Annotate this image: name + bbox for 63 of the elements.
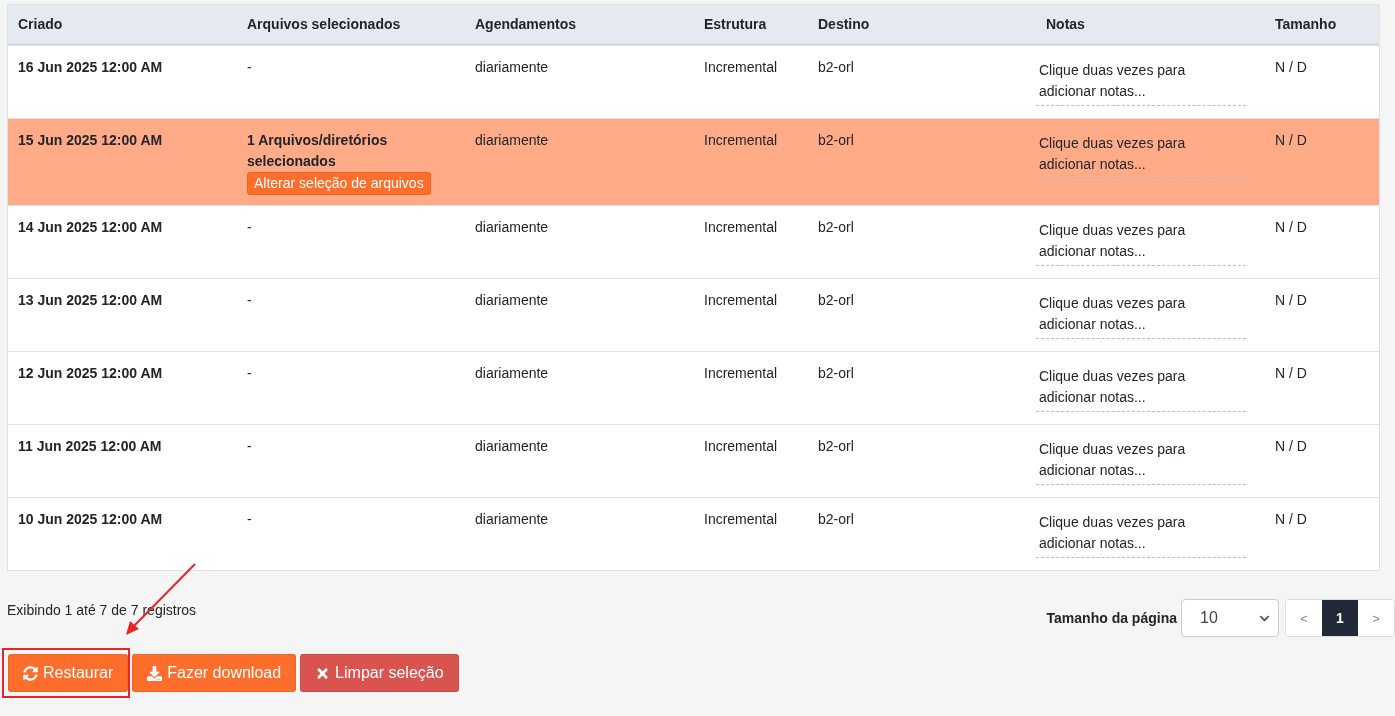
files-selected-text: -	[247, 58, 253, 77]
page-size-label: Tamanho da página	[1046, 610, 1177, 626]
schedule-text: diariamente	[475, 58, 550, 77]
schedule-text: diariamente	[475, 510, 550, 529]
created-date: 11 Jun 2025 12:00 AM	[18, 437, 163, 456]
table-row[interactable]: 15 Jun 2025 12:00 AM 1 Arquivos/diretórios selecionados Alterar seleção de arquivos diariamente Incremental b2-orl Clique duas vezes para adicionar notas... N / D	[8, 119, 1379, 206]
destination-text: b2-orl	[818, 510, 855, 529]
destination-text: b2-orl	[818, 58, 855, 77]
created-date: 13 Jun 2025 12:00 AM	[18, 291, 164, 310]
structure-text: Incremental	[704, 437, 779, 456]
size-text: N / D	[1275, 510, 1308, 529]
created-date: 15 Jun 2025 12:00 AM	[18, 131, 164, 150]
files-selected-text: -	[247, 510, 253, 529]
created-date: 10 Jun 2025 12:00 AM	[18, 510, 164, 529]
destination-text: b2-orl	[818, 437, 855, 456]
size-text: N / D	[1275, 437, 1308, 456]
column-header: Criado	[17, 15, 64, 34]
notes-field[interactable]: Clique duas vezes para adicionar notas...	[1036, 133, 1246, 179]
structure-text: Incremental	[704, 510, 779, 529]
destination-text: b2-orl	[818, 131, 855, 150]
files-selected-text: -	[247, 218, 253, 237]
structure-text: Incremental	[704, 131, 779, 150]
column-header: Destino	[817, 15, 871, 34]
notes-field[interactable]: Clique duas vezes para adicionar notas...	[1036, 366, 1246, 412]
structure-text: Incremental	[704, 218, 779, 237]
structure-text: Incremental	[704, 58, 779, 77]
notes-field[interactable]: Clique duas vezes para adicionar notas...	[1036, 439, 1246, 485]
schedule-text: diariamente	[475, 364, 550, 383]
schedule-text: diariamente	[475, 218, 550, 237]
schedule-text: diariamente	[475, 131, 550, 150]
column-header: Notas	[1045, 15, 1086, 34]
download-icon	[147, 665, 163, 681]
schedule-text: diariamente	[475, 437, 550, 456]
size-text: N / D	[1275, 218, 1308, 237]
files-selected-text: -	[247, 437, 253, 456]
destination-text: b2-orl	[818, 218, 855, 237]
refresh-icon	[23, 665, 38, 681]
notes-field[interactable]: Clique duas vezes para adicionar notas...	[1036, 60, 1246, 106]
files-selected-text: 1 Arquivos/diretórios selecionados	[247, 131, 389, 171]
size-text: N / D	[1275, 364, 1308, 383]
destination-text: b2-orl	[818, 291, 855, 310]
created-date: 12 Jun 2025 12:00 AM	[18, 364, 164, 383]
size-text: N / D	[1275, 131, 1308, 150]
notes-field[interactable]: Clique duas vezes para adicionar notas...	[1036, 220, 1246, 266]
column-header: Arquivos selecionados	[246, 15, 402, 34]
size-text: N / D	[1275, 291, 1308, 310]
created-date: 14 Jun 2025 12:00 AM	[18, 218, 164, 237]
files-selected-text: -	[247, 364, 253, 383]
column-header: Tamanho	[1274, 15, 1338, 34]
structure-text: Incremental	[704, 364, 779, 383]
files-selected-text: -	[247, 291, 253, 310]
created-date: 16 Jun 2025 12:00 AM	[18, 58, 164, 77]
page-size-select[interactable]: 10	[1181, 599, 1279, 637]
destination-text: b2-orl	[818, 364, 855, 383]
notes-field[interactable]: Clique duas vezes para adicionar notas...	[1036, 293, 1246, 339]
column-header: Estrutura	[703, 15, 768, 34]
notes-field[interactable]: Clique duas vezes para adicionar notas...	[1036, 512, 1246, 558]
column-header: Agendamentos	[474, 15, 578, 34]
schedule-text: diariamente	[475, 291, 550, 310]
page-button[interactable]: 1	[1322, 600, 1358, 636]
structure-text: Incremental	[704, 291, 779, 310]
clear-selection-button[interactable]: Limpar seleção	[300, 654, 459, 692]
size-text: N / D	[1275, 58, 1308, 77]
